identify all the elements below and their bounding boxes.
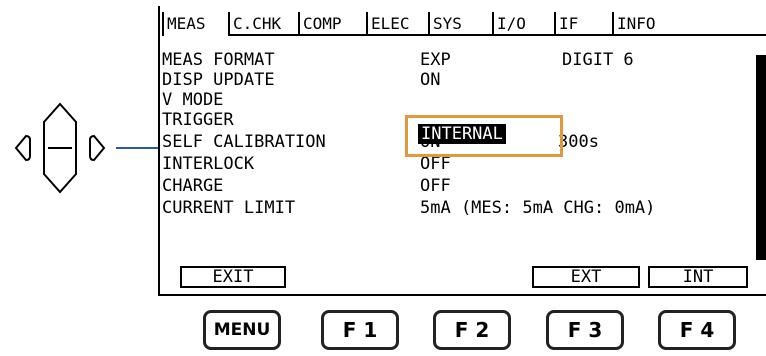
f4-button[interactable]: F 4 — [658, 310, 736, 350]
tab-if[interactable]: IF — [554, 12, 612, 36]
row-extra: DIGIT 6 — [562, 50, 634, 70]
row-label: TRIGGER — [162, 110, 234, 130]
cursor-key-icon — [4, 100, 116, 196]
popup-backdrop — [246, 100, 408, 122]
menu-button[interactable]: MENU — [203, 310, 281, 350]
softkey-ext[interactable]: EXT — [532, 266, 640, 288]
tab-bar: MEAS C.CHK COMP ELEC SYS I/O IF INFO — [162, 12, 766, 36]
row-label: CHARGE — [162, 176, 224, 196]
trigger-value-selected[interactable]: INTERNAL — [418, 124, 506, 144]
f1-button[interactable]: F 1 — [321, 310, 399, 350]
row-label: CURRENT LIMIT — [162, 198, 296, 218]
softkey-exit[interactable]: EXIT — [180, 266, 286, 288]
tab-meas[interactable]: MEAS — [162, 12, 228, 36]
tab-elec[interactable]: ELEC — [366, 12, 428, 36]
row-value: EXP — [420, 50, 451, 70]
row-value: ON — [420, 70, 441, 90]
scrollbar[interactable] — [756, 55, 766, 260]
row-extra: 300s — [558, 132, 599, 152]
row-label: SELF CALIBRATION — [162, 132, 326, 152]
tab-info[interactable]: INFO — [612, 12, 766, 36]
row-value: 5mA (MES: 5mA CHG: 0mA) — [420, 198, 656, 218]
f2-button[interactable]: F 2 — [433, 310, 511, 350]
f3-button[interactable]: F 3 — [546, 310, 624, 350]
tab-c-chk[interactable]: C.CHK — [228, 12, 298, 36]
row-value: OFF — [420, 154, 451, 174]
row-label: V MODE — [162, 90, 224, 110]
softkey-int[interactable]: INT — [648, 266, 748, 288]
row-label: INTERLOCK — [162, 154, 255, 174]
row-value: OFF — [420, 176, 451, 196]
tab-comp[interactable]: COMP — [298, 12, 366, 36]
tab-sys[interactable]: SYS — [428, 12, 492, 36]
row-label: MEAS FORMAT — [162, 50, 275, 70]
row-label: DISP UPDATE — [162, 70, 275, 90]
tab-io[interactable]: I/O — [492, 12, 554, 36]
